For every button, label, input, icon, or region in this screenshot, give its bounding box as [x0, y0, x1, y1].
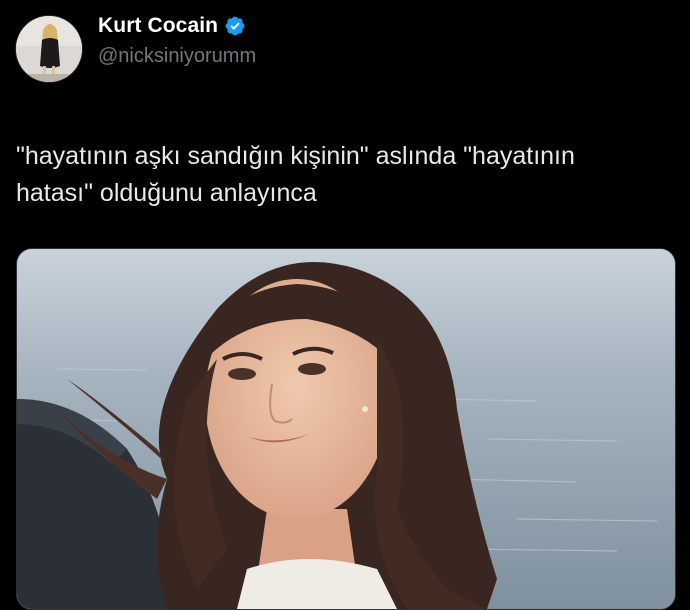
author-block: Kurt Cocain @nicksiniyorumm: [98, 14, 256, 68]
tweet-text-line-2: hatası" olduğunu anlayınca: [16, 179, 317, 207]
tweet: Kurt Cocain @nicksiniyorumm "hayatının a…: [0, 0, 690, 610]
author-handle[interactable]: @nicksiniyorumm: [98, 45, 256, 68]
profile-avatar[interactable]: [16, 16, 82, 82]
tweet-text: "hayatının aşkı sandığın kişinin" aslınd…: [16, 138, 656, 212]
verified-badge-icon: [224, 15, 246, 37]
photo-woman-by-sea: [17, 249, 675, 609]
tweet-media-photo[interactable]: [16, 248, 676, 610]
avatar-image: [16, 16, 82, 82]
tweet-text-line-1: "hayatının aşkı sandığın kişinin" aslınd…: [16, 142, 575, 170]
author-display-name[interactable]: Kurt Cocain: [98, 14, 218, 38]
